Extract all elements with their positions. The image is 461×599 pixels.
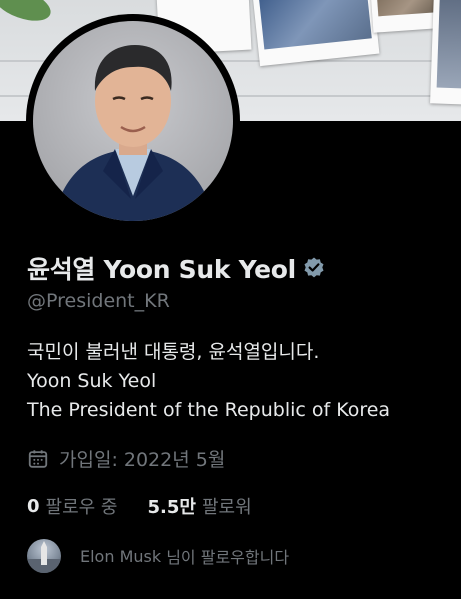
- avatar-portrait-image: [53, 45, 215, 221]
- calendar-icon: [28, 449, 48, 468]
- following-link[interactable]: 0 팔로우 중: [27, 493, 118, 519]
- profile-bio: 국민이 불러낸 대통령, 윤석열입니다. Yoon Suk Yeol The P…: [27, 338, 390, 425]
- join-date-text: 가입일: 2022년 5월: [59, 449, 226, 471]
- banner-photo: [430, 0, 461, 105]
- bio-line: 국민이 불러낸 대통령, 윤석열입니다.: [27, 341, 320, 363]
- followers-count: 5.5만: [147, 497, 196, 518]
- profile-name: 윤석열 Yoon Suk Yeol: [27, 255, 296, 284]
- banner-leaf-decoration: [0, 0, 55, 28]
- follower-avatar[interactable]: [27, 539, 61, 573]
- followers-link[interactable]: 5.5만 팔로워: [148, 493, 252, 519]
- following-count: 0: [27, 495, 40, 517]
- followed-by[interactable]: Elon Musk 님이 팔로우합니다: [27, 539, 289, 573]
- followed-by-name: Elon Musk: [80, 546, 162, 566]
- banner-photo: [252, 0, 380, 67]
- verified-badge-icon[interactable]: [302, 256, 326, 280]
- profile-name-row: 윤석열 Yoon Suk Yeol: [27, 250, 326, 286]
- profile-avatar[interactable]: [33, 21, 233, 221]
- followed-by-suffix: 님이 팔로우합니다: [161, 548, 290, 567]
- profile-handle: @President_KR: [27, 290, 170, 312]
- follow-stats: 0 팔로우 중 5.5만 팔로워: [27, 493, 252, 519]
- bio-line: Yoon Suk Yeol: [27, 370, 157, 392]
- followers-label: 팔로워: [201, 497, 252, 518]
- follower-avatar-image: [27, 541, 61, 573]
- bio-line: The President of the Republic of Korea: [27, 399, 391, 421]
- following-label: 팔로우 중: [45, 497, 118, 518]
- join-date: 가입일: 2022년 5월: [27, 445, 225, 472]
